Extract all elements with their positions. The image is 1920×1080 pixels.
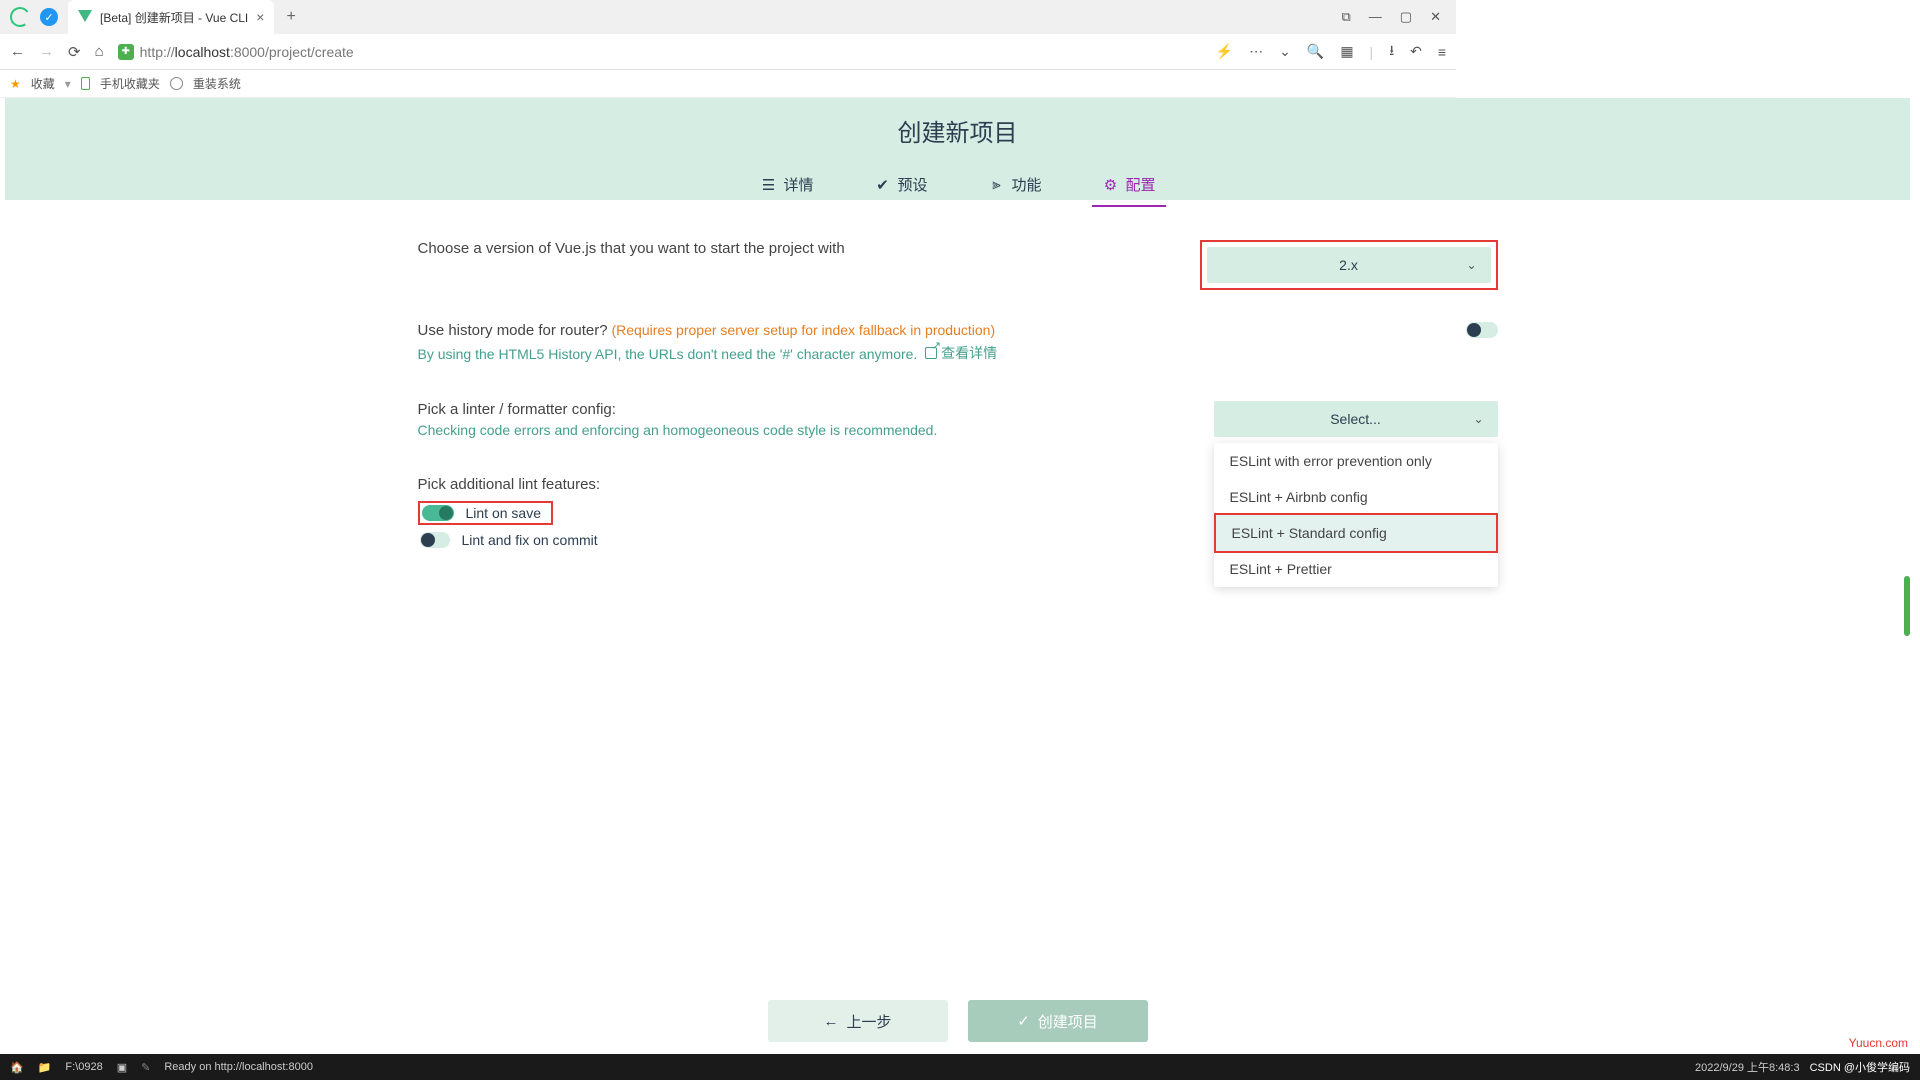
tab-presets[interactable]: ✔ 预设 [863, 166, 937, 207]
tab-bar: ✓ [Beta] 创建新项目 - Vue CLI × + ⧉ — ▢ ✕ [0, 0, 1456, 34]
taskbar-status: Ready on http://localhost:8000 [164, 1061, 313, 1073]
tab-features[interactable]: ⫸ 功能 [978, 166, 1052, 207]
csdn-watermark: CSDN @小俊学编码 [1810, 1059, 1910, 1075]
linter-option-prettier[interactable]: ESLint + Prettier [1214, 551, 1498, 587]
mobile-bookmarks[interactable]: 手机收藏夹 [100, 75, 160, 92]
search-icon[interactable]: 🔍 [1307, 43, 1324, 60]
check-icon: ✓ [1017, 1012, 1030, 1030]
url-input[interactable]: ✚ http://localhost:8000/project/create [118, 44, 1202, 60]
external-link-icon [925, 347, 937, 359]
flash-icon[interactable]: ⚡ [1216, 43, 1233, 60]
url-path: /project/create [265, 44, 354, 60]
share-icon: ⫸ [988, 176, 1006, 194]
tab-details[interactable]: ☰ 详情 [749, 166, 823, 207]
reinstall-bookmark[interactable]: 重装系统 [193, 75, 241, 92]
close-window-button[interactable]: ✕ [1430, 9, 1441, 25]
page-title: 创建新项目 [5, 98, 1910, 148]
taskbar-time: 2022/9/29 上午8:48:3 [1695, 1059, 1800, 1075]
arrow-left-icon: ← [823, 1013, 838, 1030]
history-desc: By using the HTML5 History API, the URLs… [418, 346, 918, 362]
vue-cli-page: 创建新项目 ☰ 详情 ✔ 预设 ⫸ 功能 ⚙ 配置 Choose a ver [5, 98, 1910, 1054]
chevron-down-icon[interactable]: ⌄ [1279, 43, 1291, 60]
back-button[interactable]: ← 上一步 [768, 1000, 948, 1042]
pen-icon: ✎ [141, 1061, 150, 1074]
create-project-button[interactable]: ✓ 创建项目 [968, 1000, 1148, 1042]
watermark: Yuucn.com [1849, 1036, 1908, 1050]
linter-dropdown: ESLint with error prevention only ESLint… [1214, 443, 1498, 587]
history-note: (Requires proper server setup for index … [611, 322, 995, 338]
check-circle-icon: ✔ [873, 176, 891, 194]
close-tab-icon[interactable]: × [256, 9, 264, 25]
linter-option-airbnb[interactable]: ESLint + Airbnb config [1214, 479, 1498, 515]
lint-features-label: Pick additional lint features: [418, 476, 1208, 493]
terminal-icon[interactable]: ▣ [117, 1061, 127, 1074]
history-link[interactable]: 查看详情 [925, 343, 997, 363]
url-host: localhost [175, 44, 230, 60]
history-toggle[interactable] [1466, 322, 1498, 338]
maximize-button[interactable]: ▢ [1400, 9, 1412, 25]
vue-version-select[interactable]: 2.x ⌄ [1207, 247, 1491, 283]
home-button[interactable]: ⌂ [95, 43, 104, 60]
browser-logo-icon [8, 5, 31, 28]
download-icon[interactable]: ⭳ [1389, 40, 1394, 64]
address-bar: ← → ⟳ ⌂ ✚ http://localhost:8000/project/… [0, 34, 1456, 70]
vue-version-label: Choose a version of Vue.js that you want… [418, 240, 1208, 257]
chevron-down-icon: ⌄ [1473, 412, 1483, 426]
star-icon: ★ [10, 77, 21, 91]
linter-option-standard[interactable]: ESLint + Standard config [1214, 513, 1498, 553]
apps-icon[interactable]: ▦ [1340, 43, 1353, 60]
more-icon[interactable]: ⋯ [1249, 43, 1263, 60]
forward-button: → [39, 43, 54, 60]
linter-option-error-only[interactable]: ESLint with error prevention only [1214, 443, 1498, 479]
menu-icon[interactable]: ≡ [1438, 44, 1446, 60]
home-icon[interactable]: 🏠 [10, 1061, 24, 1074]
lint-on-save-toggle[interactable] [422, 505, 454, 521]
lint-on-commit-label: Lint and fix on commit [462, 532, 598, 548]
phone-icon [81, 77, 90, 90]
bookmark-bar: ★ 收藏 ▾ 手机收藏夹 重装系统 [0, 70, 1456, 98]
reload-button[interactable]: ⟳ [68, 43, 81, 61]
lint-on-commit-toggle[interactable] [420, 532, 450, 548]
shield-icon: ✚ [118, 44, 134, 60]
tab-config[interactable]: ⚙ 配置 [1092, 166, 1166, 207]
history-label: Use history mode for router? [418, 322, 608, 339]
list-icon: ☰ [759, 176, 777, 194]
scrollbar[interactable] [1904, 576, 1910, 636]
lint-on-save-label: Lint on save [466, 505, 542, 521]
tab-title: [Beta] 创建新项目 - Vue CLI [100, 9, 248, 26]
folder-icon[interactable]: 📁 [38, 1061, 52, 1074]
gear-icon: ⚙ [1102, 176, 1120, 194]
back-button[interactable]: ← [10, 43, 25, 60]
linter-desc: Checking code errors and enforcing an ho… [418, 422, 1208, 438]
url-port: :8000 [230, 44, 265, 60]
url-protocol: http:// [140, 44, 175, 60]
globe-icon [170, 77, 183, 90]
taskbar: 🏠 📁 F:\0928 ▣ ✎ Ready on http://localhos… [0, 1054, 1920, 1080]
browser-tab[interactable]: [Beta] 创建新项目 - Vue CLI × [68, 0, 274, 34]
minimize-button[interactable]: — [1369, 9, 1382, 25]
undo-icon[interactable]: ↶ [1410, 43, 1422, 60]
new-tab-button[interactable]: + [274, 8, 307, 26]
taskbar-path: F:\0928 [65, 1061, 102, 1073]
highlight-box: 2.x ⌄ [1200, 240, 1498, 290]
sync-icon[interactable]: ✓ [40, 8, 58, 26]
linter-select[interactable]: Select... ⌄ [1214, 401, 1498, 437]
vue-logo-icon [78, 10, 92, 24]
extension-icon[interactable]: ⧉ [1342, 9, 1351, 25]
linter-label: Pick a linter / formatter config: [418, 401, 1208, 418]
chevron-down-icon: ⌄ [1466, 258, 1476, 272]
favorites-label[interactable]: 收藏 [31, 75, 55, 92]
highlight-box: Lint on save [418, 501, 554, 525]
